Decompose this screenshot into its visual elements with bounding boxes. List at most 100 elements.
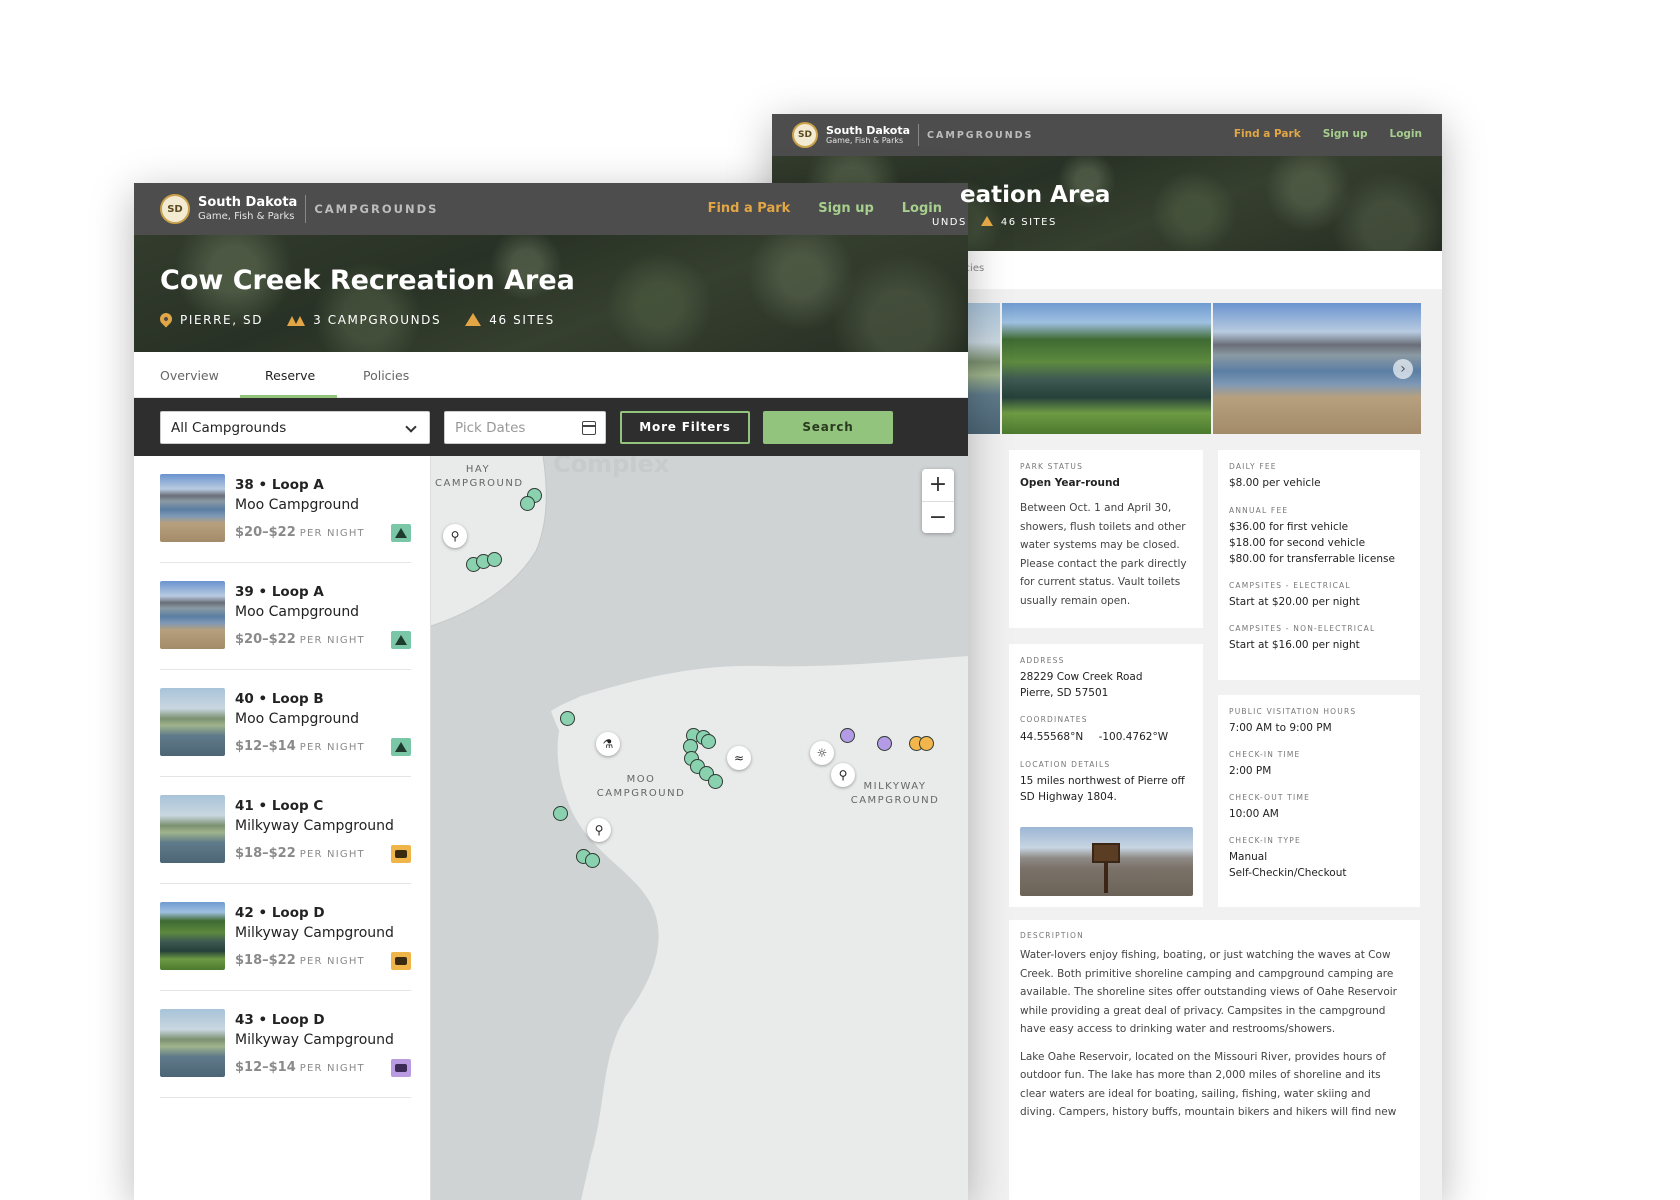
tab-policies[interactable]: Policies bbox=[363, 368, 409, 383]
price-unit: PER NIGHT bbox=[299, 1063, 365, 1074]
checkin-type-label: CHECK-IN TYPE bbox=[1229, 836, 1301, 845]
sd-gfp-logo-icon[interactable]: SD bbox=[792, 122, 818, 148]
site-price: $18–$22 PER NIGHT bbox=[235, 846, 365, 861]
site-marker[interactable] bbox=[585, 853, 600, 868]
park-photo[interactable]: › bbox=[1213, 303, 1421, 434]
price-unit: PER NIGHT bbox=[299, 528, 365, 539]
nav-links: Find a Park Sign up Login bbox=[1234, 128, 1422, 140]
site-marker[interactable] bbox=[487, 552, 502, 567]
date-placeholder: Pick Dates bbox=[455, 420, 526, 436]
site-card[interactable]: 42 • Loop D Milkyway Campground $18–$22 P… bbox=[160, 884, 411, 991]
swimming-icon[interactable]: ≈ bbox=[727, 746, 751, 770]
sites-stat: 46 SITES bbox=[465, 313, 555, 327]
site-campground: Milkyway Campground bbox=[235, 1032, 394, 1048]
checkin-type-1: Manual bbox=[1229, 851, 1268, 863]
site-card[interactable]: 38 • Loop A Moo Campground $20–$22 PER NI… bbox=[160, 456, 411, 563]
calendar-icon[interactable] bbox=[582, 421, 596, 435]
zoom-control: + − bbox=[922, 469, 954, 533]
brand-name: South Dakota bbox=[198, 195, 298, 211]
tent-site-icon bbox=[391, 738, 411, 756]
address-card: ADDRESS 28229 Cow Creek Road Pierre, SD … bbox=[1009, 644, 1203, 907]
price-range: $18–$22 bbox=[235, 846, 296, 861]
label-line: MILKYWAY bbox=[863, 781, 927, 792]
find-a-park-link[interactable]: Find a Park bbox=[1234, 128, 1301, 140]
tabs-bar: Overview Reserve Policies bbox=[134, 352, 968, 398]
site-card[interactable]: 41 • Loop C Milkyway Campground $18–$22 P… bbox=[160, 777, 411, 884]
site-thumbnail bbox=[160, 581, 225, 649]
site-marker[interactable] bbox=[708, 774, 723, 789]
campgrounds-count: 3 CAMPGROUNDS bbox=[313, 313, 442, 327]
sign-up-link[interactable]: Sign up bbox=[818, 201, 873, 216]
brand: South Dakota Game, Fish & Parks bbox=[826, 124, 910, 146]
find-a-park-link[interactable]: Find a Park bbox=[708, 201, 791, 216]
nav-section-title: CAMPGROUNDS bbox=[927, 129, 1034, 141]
label-line: HAY bbox=[465, 464, 491, 475]
rv-site-marker[interactable] bbox=[919, 736, 934, 751]
site-marker[interactable] bbox=[553, 806, 568, 821]
map-area-label: Complex bbox=[553, 456, 670, 478]
login-link[interactable]: Login bbox=[902, 201, 942, 216]
park-stats: PIERRE, SD 3 CAMPGROUNDS 46 SITES bbox=[157, 310, 555, 328]
water-spigot-icon[interactable]: ⚗ bbox=[596, 732, 620, 756]
restroom-icon[interactable]: ⚲ bbox=[587, 818, 611, 842]
carousel-next-icon[interactable]: › bbox=[1393, 358, 1413, 379]
sites-stat: 46 SITES bbox=[980, 216, 1057, 228]
site-card[interactable]: 43 • Loop D Milkyway Campground $12–$14 P… bbox=[160, 991, 411, 1098]
sign-up-link[interactable]: Sign up bbox=[1323, 128, 1368, 140]
campgrounds-count: UNDS bbox=[932, 216, 967, 228]
tab-reserve[interactable]: Reserve bbox=[265, 368, 315, 383]
campgrounds-stat: 3 CAMPGROUNDS bbox=[287, 313, 441, 327]
site-title: 43 • Loop D bbox=[235, 1012, 325, 1028]
cabin-site-marker[interactable] bbox=[877, 736, 892, 751]
park-stats: UNDS 46 SITES bbox=[932, 216, 1057, 228]
zoom-out-button[interactable]: − bbox=[922, 501, 954, 533]
site-thumbnail bbox=[160, 902, 225, 970]
price-unit: PER NIGHT bbox=[299, 956, 365, 967]
site-marker[interactable] bbox=[560, 711, 575, 726]
site-thumbnail bbox=[160, 474, 225, 542]
campground-map[interactable]: Complex HAY CAMPGROUND MOO CAMPGROUND MILK… bbox=[431, 456, 968, 1200]
campground-select[interactable]: All Campgrounds bbox=[160, 411, 430, 444]
daily-fee-label: DAILY FEE bbox=[1229, 462, 1277, 471]
annual-fee-2: $18.00 for second vehicle bbox=[1229, 537, 1366, 549]
coordinates-label: COORDINATES bbox=[1020, 715, 1088, 724]
park-hero: Cow Creek Recreation Area PIERRE, SD 3 C… bbox=[134, 235, 968, 352]
search-button[interactable]: Search bbox=[763, 411, 893, 444]
login-link[interactable]: Login bbox=[1390, 128, 1423, 140]
location-photo[interactable] bbox=[1020, 827, 1193, 896]
playground-icon[interactable]: ☼ bbox=[810, 741, 834, 765]
park-status-card: PARK STATUS Open Year-round Between Oct.… bbox=[1009, 450, 1203, 628]
site-card[interactable]: 40 • Loop B Moo Campground $12–$14 PER NI… bbox=[160, 670, 411, 777]
restroom-icon[interactable]: ⚲ bbox=[831, 763, 855, 787]
price-unit: PER NIGHT bbox=[299, 635, 365, 646]
status-label: PARK STATUS bbox=[1020, 462, 1084, 471]
cabin-site-marker[interactable] bbox=[840, 728, 855, 743]
status-note: Between Oct. 1 and April 30, showers, fl… bbox=[1020, 502, 1187, 607]
price-range: $20–$22 bbox=[235, 632, 296, 647]
sd-gfp-logo-icon[interactable]: SD bbox=[160, 194, 190, 224]
site-marker[interactable] bbox=[520, 496, 535, 511]
label-line: CAMPGROUND bbox=[850, 795, 940, 806]
longitude: -100.4762°W bbox=[1098, 731, 1169, 743]
tab-overview[interactable]: Overview bbox=[160, 368, 219, 383]
label-line: CAMPGROUND bbox=[435, 478, 524, 489]
fees-card: DAILY FEE $8.00 per vehicle ANNUAL FEE $… bbox=[1218, 450, 1420, 680]
address-line-2: Pierre, SD 57501 bbox=[1020, 687, 1109, 699]
price-unit: PER NIGHT bbox=[299, 849, 365, 860]
address-label: ADDRESS bbox=[1020, 656, 1065, 665]
tent-icon bbox=[980, 216, 993, 226]
tent-icon bbox=[465, 313, 482, 326]
park-photo[interactable] bbox=[1002, 303, 1211, 434]
site-marker[interactable] bbox=[701, 734, 716, 749]
site-card[interactable]: 39 • Loop A Moo Campground $20–$22 PER NI… bbox=[160, 563, 411, 670]
date-picker-input[interactable]: Pick Dates bbox=[444, 411, 606, 444]
sites-count: 46 SITES bbox=[489, 313, 555, 327]
sign-post bbox=[1104, 863, 1108, 893]
cabin-site-icon bbox=[391, 1059, 411, 1077]
more-filters-button[interactable]: More Filters bbox=[620, 411, 750, 444]
address-line-1: 28229 Cow Creek Road bbox=[1020, 671, 1143, 683]
site-title: 41 • Loop C bbox=[235, 798, 324, 814]
zoom-in-button[interactable]: + bbox=[922, 469, 954, 501]
site-price: $12–$14 PER NIGHT bbox=[235, 1060, 365, 1075]
restroom-icon[interactable]: ⚲ bbox=[443, 524, 467, 548]
